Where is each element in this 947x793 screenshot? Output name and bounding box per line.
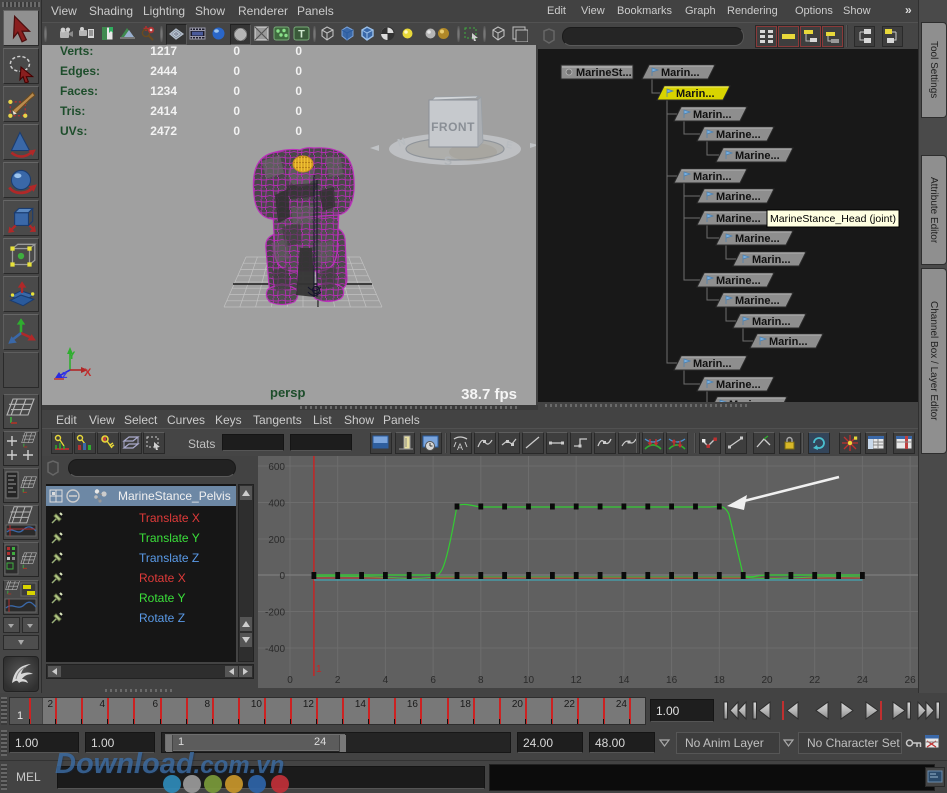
svg-text:X: X (84, 367, 92, 379)
svg-text:10: 10 (523, 675, 535, 686)
svg-text:8: 8 (478, 675, 484, 686)
svg-text:2444: 2444 (150, 64, 177, 78)
svg-text:Edges:: Edges: (60, 64, 100, 78)
svg-text:2: 2 (335, 675, 341, 686)
svg-text:Marine...: Marine... (716, 191, 761, 203)
svg-text:0: 0 (279, 571, 285, 582)
svg-text:24: 24 (857, 675, 869, 686)
svg-text:6: 6 (430, 675, 436, 686)
svg-text:Marin...: Marin... (693, 109, 732, 121)
svg-text:MarineStance_Head (joint): MarineStance_Head (joint) (770, 213, 896, 225)
svg-text:0: 0 (295, 124, 302, 138)
svg-text:Marine...: Marine... (716, 275, 761, 287)
svg-text:2472: 2472 (150, 124, 177, 138)
svg-text:persp: persp (270, 385, 305, 400)
svg-text:-400: -400 (265, 644, 285, 655)
svg-text:14: 14 (618, 675, 630, 686)
svg-text:Marine...: Marine... (729, 399, 774, 402)
svg-text:0: 0 (295, 45, 302, 58)
svg-text:A: A (457, 442, 463, 452)
svg-text:Marine...: Marine... (716, 213, 761, 225)
svg-text:26: 26 (905, 675, 917, 686)
svg-text:Marin...: Marin... (752, 316, 791, 328)
svg-text:22: 22 (809, 675, 821, 686)
svg-text:600: 600 (268, 462, 285, 473)
svg-text:MarineSt...: MarineSt... (576, 67, 632, 79)
svg-text:Marin...: Marin... (661, 67, 700, 79)
svg-text:Marin...: Marin... (769, 336, 808, 348)
svg-text:-200: -200 (265, 608, 285, 619)
svg-text:Tris:: Tris: (60, 104, 85, 118)
svg-text:12: 12 (571, 675, 583, 686)
svg-text:4: 4 (383, 675, 389, 686)
svg-text:Marin...: Marin... (693, 171, 732, 183)
svg-text:400: 400 (268, 499, 285, 510)
svg-text:1234: 1234 (150, 84, 177, 98)
svg-text:20: 20 (761, 675, 773, 686)
svg-text:Marine...: Marine... (716, 129, 761, 141)
svg-text:1217: 1217 (150, 45, 177, 58)
svg-text:0: 0 (295, 84, 302, 98)
svg-text:Marine...: Marine... (735, 295, 780, 307)
svg-text:Marine...: Marine... (735, 150, 780, 162)
svg-text:2414: 2414 (150, 104, 177, 118)
svg-text:Y: Y (68, 350, 76, 362)
svg-text:0: 0 (233, 64, 240, 78)
svg-text:Marine...: Marine... (735, 233, 780, 245)
svg-text:18: 18 (714, 675, 726, 686)
svg-text:0: 0 (287, 675, 293, 686)
svg-text:Marin...: Marin... (676, 88, 715, 100)
svg-text:200: 200 (268, 535, 285, 546)
svg-text:UVs:: UVs: (60, 124, 87, 138)
svg-text:Marine...: Marine... (716, 379, 761, 391)
svg-text:38.7 fps: 38.7 fps (461, 386, 517, 403)
svg-text:FRONT: FRONT (431, 120, 475, 134)
svg-text:S: S (444, 154, 452, 168)
svg-text:0: 0 (233, 45, 240, 58)
svg-text:16: 16 (666, 675, 678, 686)
svg-text:0: 0 (233, 124, 240, 138)
svg-text:1: 1 (316, 664, 322, 675)
svg-text:0: 0 (233, 104, 240, 118)
svg-text:Verts:: Verts: (60, 45, 93, 58)
svg-text:0: 0 (295, 104, 302, 118)
svg-text:Faces:: Faces: (60, 84, 98, 98)
svg-text:0: 0 (233, 84, 240, 98)
svg-text:T: T (298, 29, 305, 41)
svg-text:0: 0 (295, 64, 302, 78)
svg-text:Marin...: Marin... (752, 254, 791, 266)
svg-text:Marin...: Marin... (693, 358, 732, 370)
